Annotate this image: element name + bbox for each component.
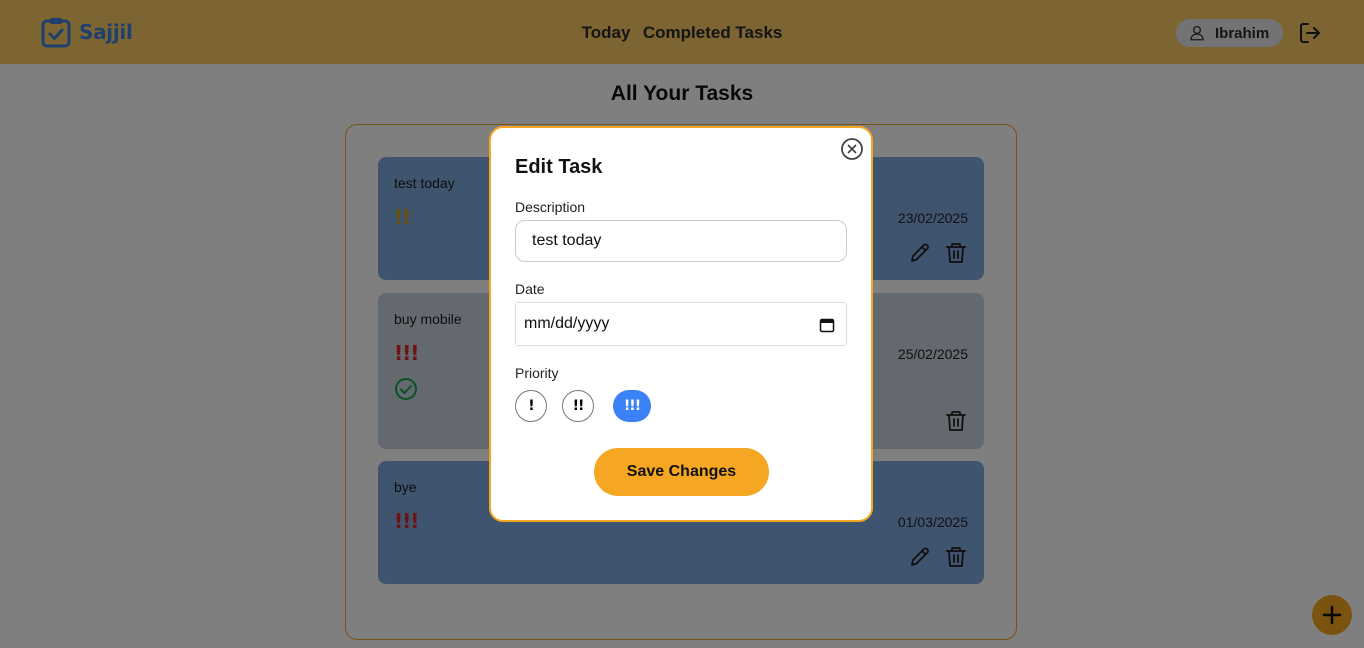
date-placeholder: mm/dd/yyyy <box>524 315 610 332</box>
edit-task-modal: Edit Task Description Date mm/dd/yyyy Pr… <box>489 126 873 522</box>
date-label: Date <box>515 281 545 297</box>
calendar-icon[interactable] <box>819 317 835 333</box>
date-input[interactable]: mm/dd/yyyy <box>515 302 847 346</box>
modal-title: Edit Task <box>515 156 603 178</box>
close-icon[interactable] <box>840 137 864 161</box>
priority-low-button[interactable]: ! <box>515 390 547 422</box>
priority-medium-button[interactable]: !! <box>562 390 594 422</box>
description-input[interactable] <box>515 220 847 262</box>
priority-label: Priority <box>515 365 559 381</box>
save-changes-button[interactable]: Save Changes <box>594 448 769 496</box>
description-label: Description <box>515 199 586 215</box>
priority-high-button[interactable]: !!! <box>613 390 651 422</box>
